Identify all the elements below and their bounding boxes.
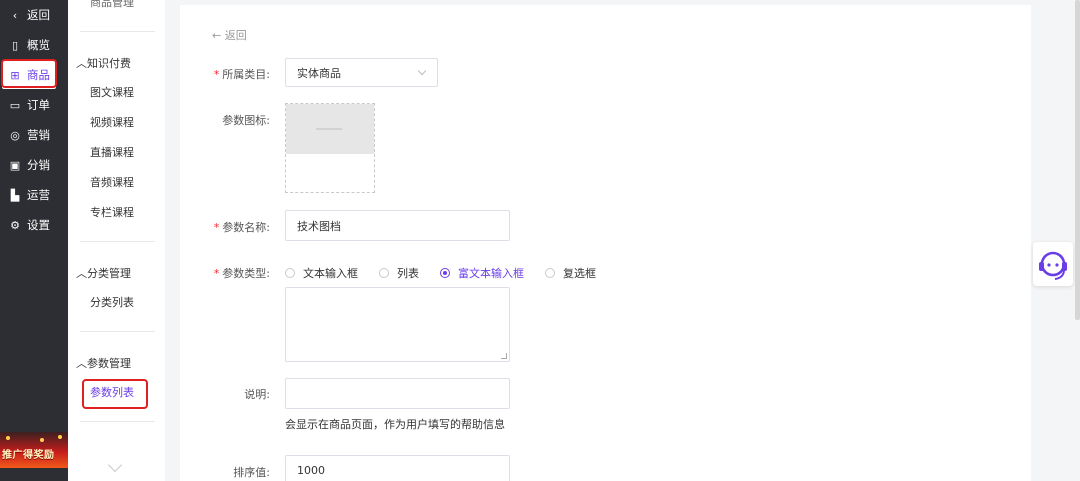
nav-item-overview[interactable]: ▯ 概览	[0, 31, 68, 59]
nav-item-label: 营销	[27, 128, 50, 142]
nav-item-marketing[interactable]: ◎ 营销	[0, 121, 68, 149]
category-label: * 所属类目:	[180, 66, 270, 82]
radio-checkbox[interactable]: 复选框	[545, 265, 596, 281]
radio-text-input[interactable]: 文本输入框	[285, 265, 358, 281]
chevron-up-icon: ︿	[76, 357, 87, 370]
radio-circle-icon	[285, 268, 295, 278]
nav-item-label: 运营	[27, 188, 50, 202]
submenu-item-article-course[interactable]: 图文课程	[90, 84, 134, 100]
required-mark: *	[213, 68, 220, 81]
divider	[80, 421, 155, 422]
submenu-item-column-course[interactable]: 专栏课程	[90, 204, 134, 220]
back-link[interactable]: ← 返回	[212, 27, 247, 43]
nav-back-label: 返回	[27, 8, 50, 22]
type-radio-group: 文本输入框 列表 富文本输入框 复选框	[285, 265, 617, 281]
settings-icon: ⚙	[10, 218, 20, 232]
radio-label: 复选框	[563, 267, 596, 280]
submenu-group-knowledge[interactable]: ︿知识付费	[76, 55, 131, 71]
divider	[80, 241, 155, 242]
nav-item-distribution[interactable]: ▣ 分销	[0, 151, 68, 179]
submenu-item-audio-course[interactable]: 音频课程	[90, 174, 134, 190]
chevron-left-icon: ‹	[12, 8, 18, 22]
desc-label: 说明:	[244, 388, 270, 401]
page-scrollbar[interactable]	[1075, 0, 1080, 320]
icon-preview-image	[286, 104, 374, 154]
required-mark: *	[213, 221, 220, 234]
back-link-label: 返回	[224, 29, 247, 42]
sort-input[interactable]: 1000	[285, 455, 510, 481]
submenu-item-product-manage[interactable]: 商品管理	[90, 0, 134, 10]
submenu-item-live-course[interactable]: 直播课程	[90, 144, 134, 160]
chevron-up-icon: ︿	[76, 57, 87, 70]
radio-label: 列表	[397, 267, 419, 280]
radio-checked-icon	[440, 268, 450, 278]
overview-icon: ▯	[11, 38, 19, 52]
promo-label: 推广得奖励	[2, 450, 55, 461]
nav-item-label: 分销	[27, 158, 50, 172]
arrow-left-icon: ←	[212, 29, 222, 42]
name-input[interactable]: 技术图档	[285, 210, 510, 241]
required-mark: *	[213, 267, 220, 280]
chevron-down-icon	[417, 66, 427, 76]
operation-icon: ▙	[10, 188, 20, 202]
icon-label: 参数图标:	[222, 114, 270, 127]
desc-input[interactable]	[285, 378, 510, 409]
divider	[80, 331, 155, 332]
nav-item-label: 设置	[27, 218, 50, 232]
icon-uploader[interactable]	[285, 103, 375, 193]
group-title: 分类管理	[87, 267, 131, 280]
sort-input-value: 1000	[297, 464, 325, 477]
resize-grip-icon[interactable]	[501, 353, 507, 359]
radio-label: 文本输入框	[303, 267, 358, 280]
radio-rich-text[interactable]: 富文本输入框	[440, 265, 524, 281]
submenu-group-category[interactable]: ︿分类管理	[76, 265, 131, 281]
desc-hint: 会显示在商品页面，作为用户填写的帮助信息	[285, 418, 505, 431]
type-label: * 参数类型:	[180, 265, 270, 281]
radio-label: 富文本输入框	[458, 267, 524, 280]
sort-label: 排序值:	[233, 466, 270, 479]
nav-item-settings[interactable]: ⚙ 设置	[0, 211, 68, 239]
radio-circle-icon	[545, 268, 555, 278]
customer-service-button[interactable]	[1033, 242, 1073, 286]
nav-back-button[interactable]: ‹ 返回	[0, 1, 68, 29]
name-label-text: 参数名称:	[222, 221, 270, 234]
radio-circle-icon	[379, 268, 389, 278]
category-label-text: 所属类目:	[222, 68, 270, 81]
nav-item-operation[interactable]: ▙ 运营	[0, 181, 68, 209]
annotation-highlight-product	[1, 59, 57, 88]
promo-banner[interactable]: 推广得奖励	[0, 432, 68, 468]
name-label: * 参数名称:	[180, 219, 270, 235]
submenu-item-category-list[interactable]: 分类列表	[90, 294, 134, 310]
nav-item-label: 订单	[27, 98, 50, 112]
distribution-icon: ▣	[9, 158, 21, 172]
marketing-icon: ◎	[10, 128, 20, 142]
annotation-highlight-param-list	[82, 379, 148, 409]
type-label-text: 参数类型:	[222, 267, 270, 280]
order-icon: ▭	[9, 98, 21, 112]
chevron-up-icon: ︿	[76, 267, 87, 280]
category-select[interactable]: 实体商品	[285, 58, 438, 87]
nav-item-label: 概览	[27, 38, 50, 52]
divider	[80, 31, 155, 32]
name-input-value: 技术图档	[297, 219, 341, 233]
headset-icon	[1039, 251, 1067, 280]
nav-item-order[interactable]: ▭ 订单	[0, 91, 68, 119]
group-title: 知识付费	[87, 57, 131, 70]
group-title: 参数管理	[87, 357, 131, 370]
submenu-group-params[interactable]: ︿参数管理	[76, 355, 131, 371]
submenu-item-video-course[interactable]: 视频课程	[90, 114, 134, 130]
type-textarea[interactable]	[285, 287, 510, 362]
radio-list[interactable]: 列表	[379, 265, 419, 281]
category-select-value: 实体商品	[297, 66, 341, 80]
